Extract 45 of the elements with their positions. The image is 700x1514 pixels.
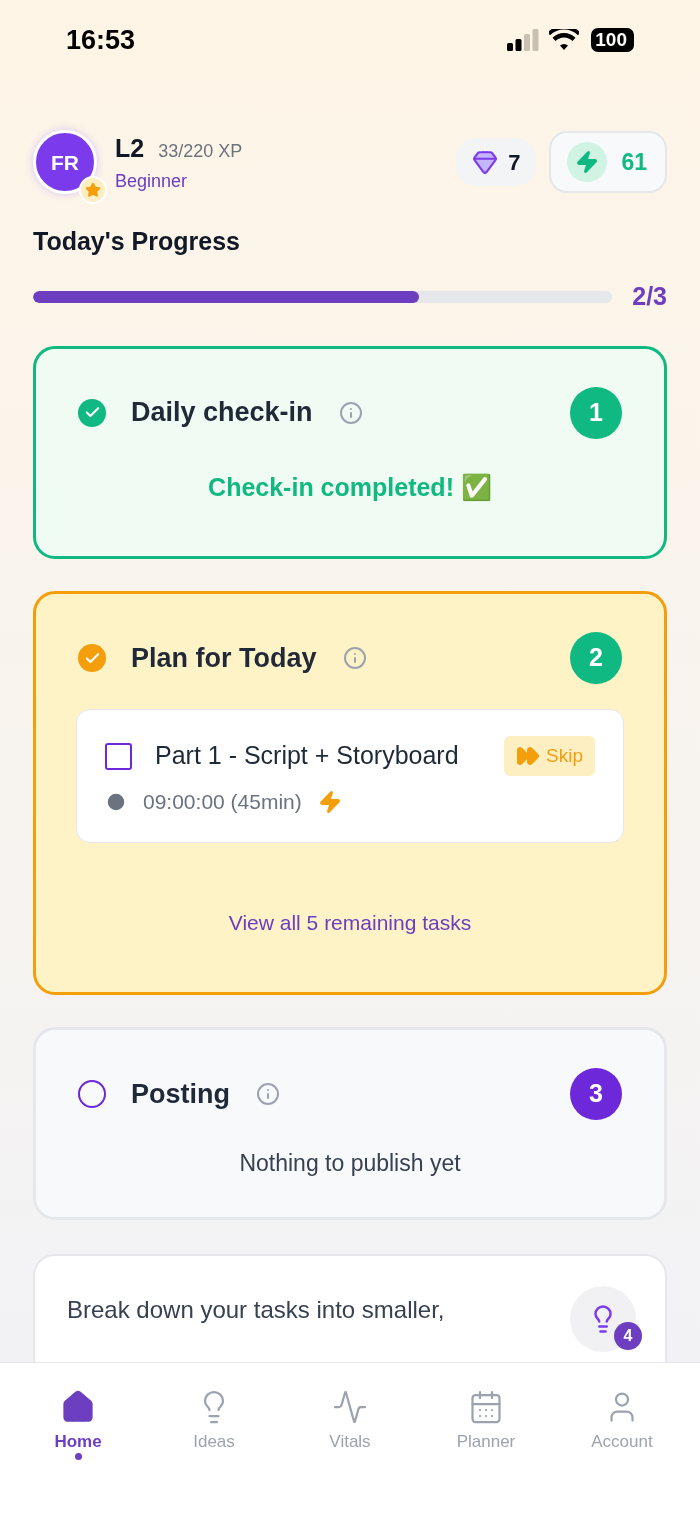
lightning-icon <box>567 142 608 183</box>
nav-tab[interactable]: Account <box>567 1389 677 1479</box>
task-checkbox[interactable] <box>105 742 132 770</box>
xp-label: 33/220 XP <box>158 140 243 163</box>
progress-title: Today's Progress <box>33 225 241 257</box>
nav-tab[interactable]: Vitals <box>295 1389 405 1479</box>
task-time: 09:00:00 (45min) <box>143 789 302 815</box>
status-time: 16:53 <box>66 23 136 57</box>
completion-message: Check-in completed! ✅ <box>207 471 493 503</box>
progress-reading: 2/3 <box>632 281 667 312</box>
calendar-icon <box>468 1389 504 1425</box>
step-number: 3 <box>570 1068 622 1120</box>
empty-message: Nothing to publish yet <box>238 1149 462 1178</box>
house-icon <box>60 1389 96 1425</box>
pulse-icon <box>332 1389 368 1425</box>
nav-tab[interactable]: Home <box>23 1389 133 1479</box>
lightning-icon <box>317 789 342 814</box>
avatar[interactable]: FR <box>33 130 97 195</box>
view-tasks-link[interactable]: View all 5 remaining tasks <box>78 906 622 938</box>
battery-indicator: 100 <box>591 28 634 52</box>
rank-label: Beginner <box>115 170 188 191</box>
gems-counter[interactable]: 7 <box>456 138 537 187</box>
active-indicator <box>74 1452 82 1460</box>
nav-tab[interactable]: Ideas <box>159 1389 269 1479</box>
step-title: Plan for Today <box>131 641 317 675</box>
info-icon[interactable] <box>338 400 363 425</box>
tip-text: Break down your tasks into smaller, <box>67 1294 445 1325</box>
energy-count: 61 <box>621 148 647 177</box>
info-icon[interactable] <box>342 646 367 670</box>
fast-forward-icon <box>516 744 541 768</box>
step-title: Daily check-in <box>131 396 313 430</box>
step-number: 1 <box>570 386 622 439</box>
step-title: Posting <box>131 1077 230 1111</box>
task-title: Part 1 - Script + Storyboard <box>155 740 459 772</box>
star-badge-icon <box>79 176 107 205</box>
energy-counter[interactable]: 61 <box>549 131 667 194</box>
wifi-icon <box>549 29 580 51</box>
nav-tab[interactable]: Planner <box>431 1389 541 1479</box>
level-label: L2 <box>115 133 145 164</box>
diamond-icon <box>472 149 499 176</box>
step-number: 2 <box>570 632 622 684</box>
signal-icon <box>507 29 540 51</box>
info-icon[interactable] <box>256 1082 280 1106</box>
gems-count: 7 <box>508 148 521 177</box>
skip-button[interactable]: Skip <box>504 736 595 776</box>
